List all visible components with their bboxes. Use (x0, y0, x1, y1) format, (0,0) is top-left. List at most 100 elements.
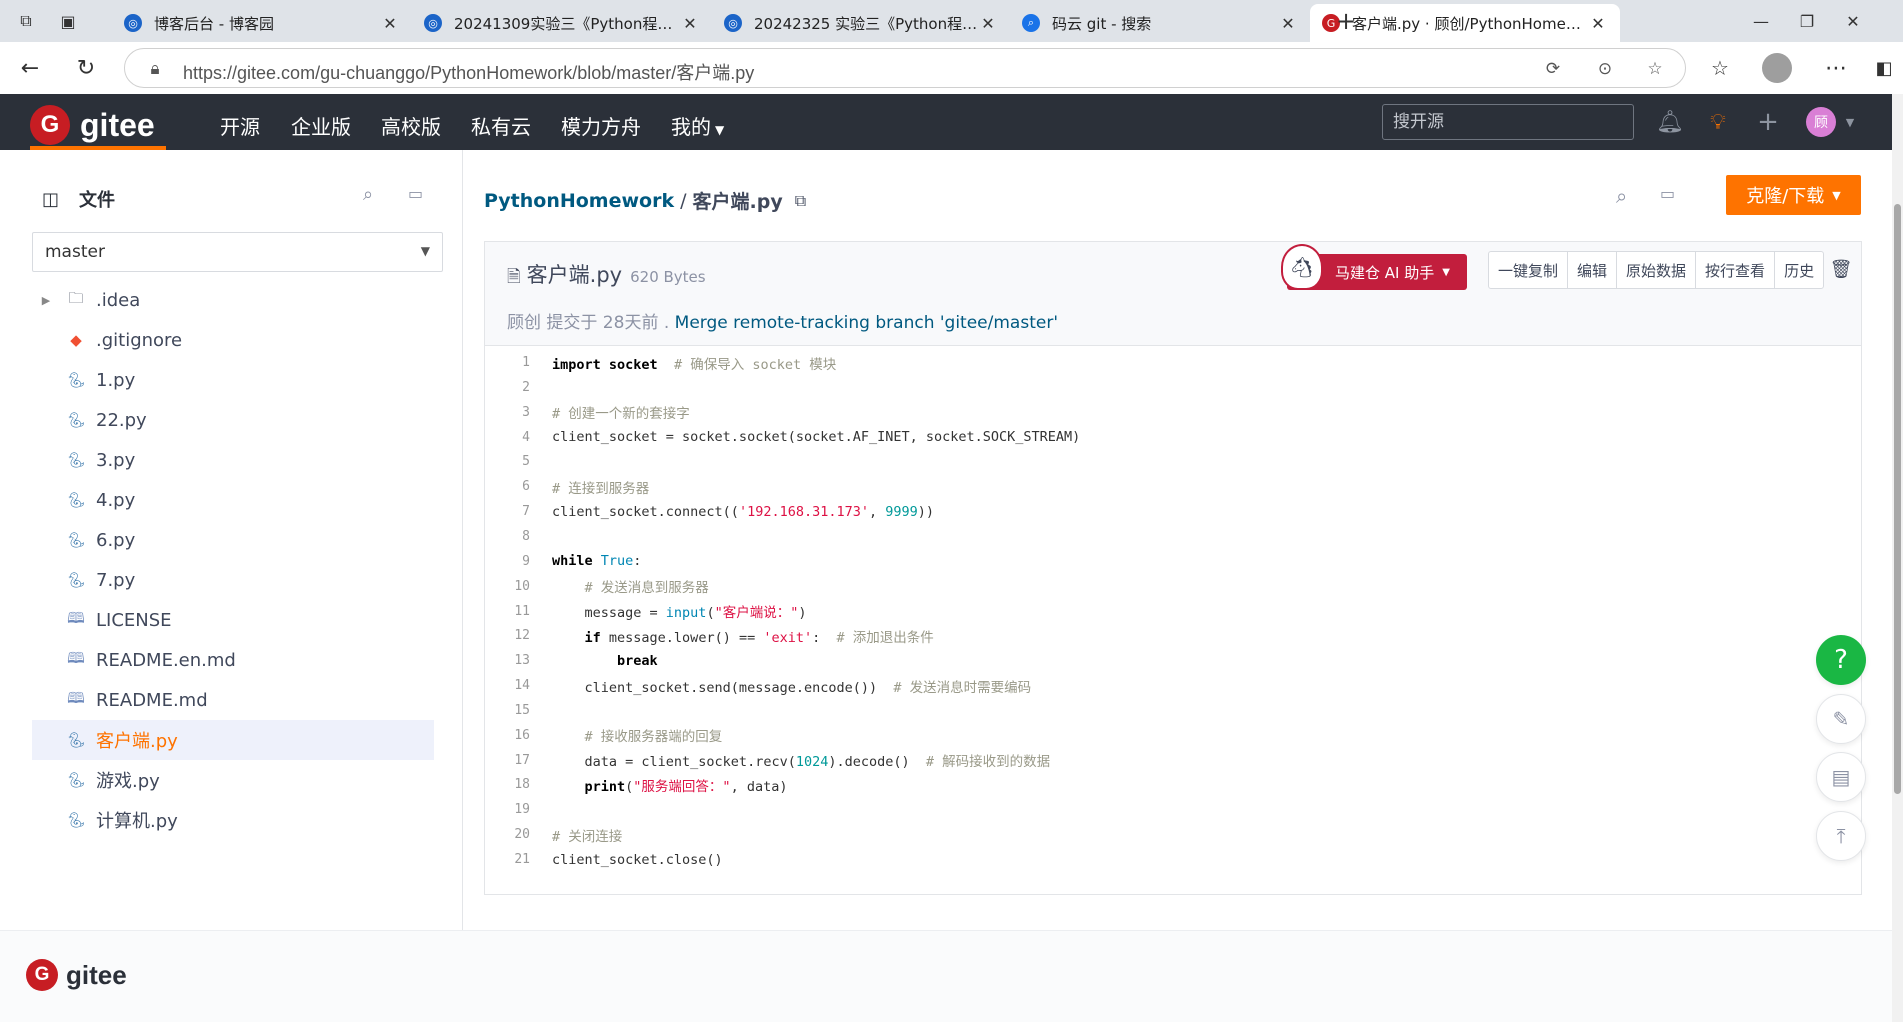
tab-close-icon[interactable]: ✕ (1278, 14, 1298, 33)
line-number[interactable]: 3 (485, 405, 530, 420)
browser-tab[interactable]: ⌕ 码云 git - 搜索 ✕ (1010, 4, 1310, 42)
line-number[interactable]: 19 (485, 802, 530, 817)
help-icon[interactable]: ? (1816, 635, 1866, 685)
line-number[interactable]: 4 (485, 430, 530, 445)
nav-mine[interactable]: 我的 ▼ (671, 111, 724, 140)
copy-path-icon[interactable]: ⧉ (795, 191, 806, 211)
footer-logo[interactable]: G gitee (26, 959, 127, 991)
profile-avatar-icon[interactable] (1762, 53, 1792, 83)
nav-education[interactable]: 高校版 (381, 111, 441, 140)
commit-message[interactable]: Merge remote-tracking branch 'gitee/mast… (675, 313, 1058, 333)
line-number[interactable]: 8 (485, 529, 530, 544)
scrollbar-thumb[interactable] (1894, 204, 1901, 794)
commit-author[interactable]: 顾创 (507, 313, 541, 333)
address-bar[interactable]: 🔒︎ https://gitee.com/gu-chuanggo/PythonH… (124, 48, 1686, 88)
blame-button[interactable]: 按行查看 (1696, 252, 1776, 288)
delete-icon[interactable]: 🗑︎ (1827, 255, 1855, 283)
sidebar-toggle-icon[interactable]: ◧ (1868, 52, 1900, 84)
line-number[interactable]: 15 (485, 703, 530, 718)
copy-all-button[interactable]: 一键复制 (1489, 252, 1569, 288)
workspaces-icon[interactable]: ⧉ (14, 9, 38, 33)
line-number[interactable]: 2 (485, 380, 530, 395)
line-number[interactable]: 14 (485, 678, 530, 693)
nav-moli[interactable]: 模力方舟 (561, 111, 641, 140)
reader-icon[interactable]: ⊙ (1593, 57, 1617, 81)
browser-tab[interactable]: ◎ 博客后台 - 博客园 ✕ (112, 4, 412, 42)
search-icon[interactable]: ⌕ (363, 184, 373, 205)
file-tree-item[interactable]: ◆ .gitignore (32, 320, 434, 360)
line-number[interactable]: 20 (485, 827, 530, 842)
page-scrollbar[interactable] (1892, 94, 1903, 1022)
monitor-icon[interactable]: ▭ (408, 184, 423, 203)
file-tree-item[interactable]: 🐍︎ 3.py (32, 440, 434, 480)
breadcrumb-repo-link[interactable]: PythonHomework (484, 190, 674, 212)
history-button[interactable]: 历史 (1775, 252, 1823, 288)
edit-icon[interactable]: ✎ (1816, 694, 1866, 744)
favorite-star-icon[interactable]: ☆ (1643, 57, 1667, 81)
line-number[interactable]: 17 (485, 753, 530, 768)
line-number[interactable]: 5 (485, 454, 530, 469)
file-tree-item[interactable]: 🕮︎ README.md (32, 680, 434, 720)
file-tree-item[interactable]: 🐍︎ 7.py (32, 560, 434, 600)
raw-button[interactable]: 原始数据 (1617, 252, 1697, 288)
file-tree-item[interactable]: 🕮︎ README.en.md (32, 640, 434, 680)
url-text[interactable]: https://gitee.com/gu-chuanggo/PythonHome… (183, 59, 754, 85)
window-close-button[interactable]: ✕ (1830, 6, 1876, 36)
file-tree-item[interactable]: 🐍︎ 客户端.py (32, 720, 434, 760)
more-menu-icon[interactable]: ⋯ (1820, 52, 1852, 84)
comment-icon[interactable]: ▤ (1816, 752, 1866, 802)
tab-close-icon[interactable]: ✕ (680, 14, 700, 33)
tab-actions-icon[interactable]: ▣ (56, 9, 80, 33)
line-number[interactable]: 1 (485, 355, 530, 370)
user-avatar[interactable]: 顾 (1806, 107, 1836, 137)
line-number[interactable]: 10 (485, 579, 530, 594)
restore-button[interactable]: ❐ (1784, 6, 1830, 36)
line-number[interactable]: 21 (485, 852, 530, 867)
tab-close-icon[interactable]: ✕ (978, 14, 998, 33)
file-tree-item[interactable]: 🐍︎ 6.py (32, 520, 434, 560)
expand-arrow-icon[interactable]: ▶ (32, 294, 60, 307)
browser-tab[interactable]: ◎ 20242325 实验三《Python程序设计》✕ (712, 4, 1010, 42)
line-number[interactable]: 6 (485, 479, 530, 494)
file-tree-item[interactable]: 🐍︎ 游戏.py (32, 760, 434, 800)
file-tree-item[interactable]: 🐍︎ 计算机.py (32, 800, 434, 840)
search-input[interactable] (1383, 105, 1633, 139)
tab-close-icon[interactable]: ✕ (1588, 14, 1608, 33)
monitor-icon[interactable]: ▭ (1660, 184, 1675, 203)
lightbulb-icon[interactable]: 💡︎ (1704, 108, 1732, 136)
plus-icon[interactable]: + (1754, 107, 1782, 137)
minimize-button[interactable]: — (1738, 6, 1784, 36)
nav-private-cloud[interactable]: 私有云 (471, 111, 531, 140)
line-number[interactable]: 12 (485, 628, 530, 643)
line-number[interactable]: 16 (485, 728, 530, 743)
browser-tab[interactable]: ◎ 20241309实验三《Python程序设计》✕ (412, 4, 712, 42)
reload-button[interactable]: ↻ (70, 52, 102, 84)
line-number[interactable]: 11 (485, 604, 530, 619)
branch-select[interactable]: master ▼ (32, 232, 443, 272)
nav-enterprise[interactable]: 企业版 (291, 111, 351, 140)
clone-download-button[interactable]: 克隆/下载 ▼ (1726, 175, 1861, 215)
file-tree-item[interactable]: 🐍︎ 22.py (32, 400, 434, 440)
lock-icon[interactable]: 🔒︎ (143, 57, 167, 81)
tab-close-icon[interactable]: ✕ (380, 14, 400, 33)
translate-icon[interactable]: ⟳ (1541, 57, 1565, 81)
line-number[interactable]: 7 (485, 504, 530, 519)
new-tab-button[interactable]: + (1334, 7, 1358, 35)
favorites-icon[interactable]: ☆ (1704, 52, 1736, 84)
line-number[interactable]: 13 (485, 653, 530, 668)
bell-icon[interactable]: 🔔︎ (1656, 108, 1684, 136)
back-to-top-icon[interactable]: ⤒ (1816, 811, 1866, 861)
file-tree-item[interactable]: 🐍︎ 1.py (32, 360, 434, 400)
back-button[interactable]: ← (14, 52, 46, 84)
gitee-logo[interactable]: G gitee (30, 100, 155, 150)
edit-button[interactable]: 编辑 (1568, 252, 1618, 288)
file-tree-item[interactable]: ▶ 🗀︎ .idea (32, 280, 434, 320)
ai-mascot-icon[interactable]: 🐴︎ (1281, 244, 1323, 290)
line-number[interactable]: 9 (485, 554, 530, 569)
nav-open-source[interactable]: 开源 (220, 111, 260, 140)
search-icon[interactable]: ⌕ (1616, 184, 1627, 208)
search-box[interactable] (1382, 104, 1634, 140)
collapse-sidebar-icon[interactable]: ◫ (42, 189, 59, 210)
file-tree-item[interactable]: 🐍︎ 4.py (32, 480, 434, 520)
line-number[interactable]: 18 (485, 777, 530, 792)
